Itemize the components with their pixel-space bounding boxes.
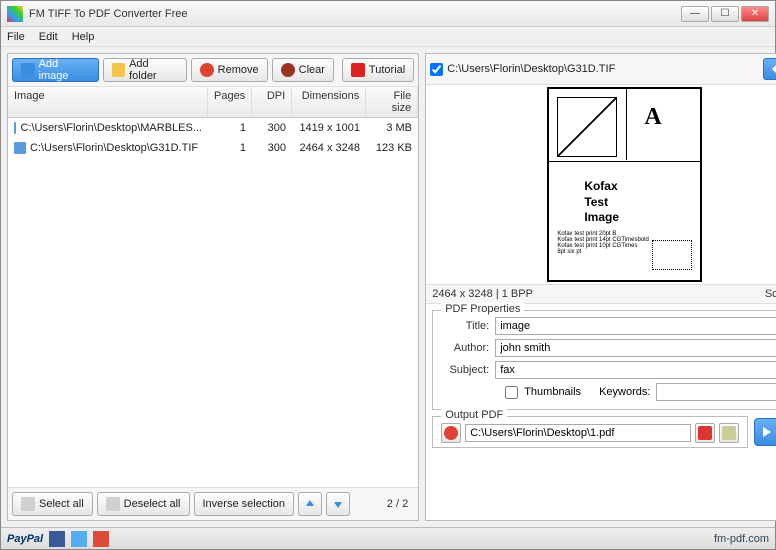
plus-icon <box>21 63 35 77</box>
facebook-icon[interactable] <box>49 531 65 547</box>
remove-icon <box>200 63 214 77</box>
website-link[interactable]: fm-pdf.com <box>714 533 769 545</box>
prev-image-button[interactable] <box>763 58 776 80</box>
inverse-selection-button[interactable]: Inverse selection <box>194 492 295 516</box>
file-counter: 2 / 2 <box>381 498 414 510</box>
left-pane: Add image Add folder Remove Clear Tutori… <box>7 53 419 521</box>
output-path-input[interactable] <box>465 424 691 442</box>
select-all-button[interactable]: Select all <box>12 492 93 516</box>
preview-thumbnail: A Kofax Test Image Kofax test print 20pt… <box>547 87 702 282</box>
keywords-label: Keywords: <box>599 386 650 398</box>
preview-checkbox[interactable] <box>430 63 443 76</box>
open-pdf-button[interactable] <box>695 423 715 443</box>
menu-edit[interactable]: Edit <box>39 31 58 43</box>
file-table: Image Pages DPI Dimensions File size C:\… <box>8 87 418 487</box>
preview-area: A Kofax Test Image Kofax test print 20pt… <box>426 85 776 285</box>
add-image-button[interactable]: Add image <box>12 58 99 82</box>
preview-header: C:\Users\Florin\Desktop\G31D.TIF <box>426 54 776 85</box>
preview-scale: Scale: 7 % <box>765 288 776 300</box>
minimize-button[interactable]: — <box>681 6 709 22</box>
move-down-button[interactable] <box>326 492 350 516</box>
col-dimensions[interactable]: Dimensions <box>292 87 366 117</box>
thumb-small-text: Kofax test print 20pt B Kofax test print… <box>557 231 649 255</box>
title-label: Title: <box>441 320 489 332</box>
thumb-text: Kofax Test Image <box>584 179 619 226</box>
twitter-icon[interactable] <box>71 531 87 547</box>
file-icon <box>14 142 26 154</box>
delete-icon <box>444 426 458 440</box>
col-pages[interactable]: Pages <box>208 87 252 117</box>
menu-help[interactable]: Help <box>72 31 95 43</box>
googleplus-icon[interactable] <box>93 531 109 547</box>
col-image[interactable]: Image <box>8 87 208 117</box>
tutorial-button[interactable]: Tutorial <box>342 58 414 82</box>
pdf-properties-panel: PDF Properties Title: Author: Subject: T… <box>432 310 776 410</box>
browse-icon <box>722 426 736 440</box>
folder-icon <box>112 63 126 77</box>
browse-output-button[interactable] <box>719 423 739 443</box>
menu-file[interactable]: File <box>7 31 25 43</box>
thumbnails-checkbox[interactable] <box>505 386 518 399</box>
titlebar: FM TIFF To PDF Converter Free — ☐ ✕ <box>1 1 775 27</box>
keywords-input[interactable] <box>656 383 776 401</box>
tutorial-icon <box>351 63 365 77</box>
play-icon <box>763 427 771 437</box>
col-filesize[interactable]: File size <box>366 87 418 117</box>
pdf-legend: PDF Properties <box>441 303 524 315</box>
start-button[interactable]: Start <box>754 418 776 446</box>
bottom-toolbar: Select all Deselect all Inverse selectio… <box>8 487 418 520</box>
close-button[interactable]: ✕ <box>741 6 769 22</box>
remove-button[interactable]: Remove <box>191 58 268 82</box>
footer: PayPal fm-pdf.com <box>1 527 775 549</box>
table-header: Image Pages DPI Dimensions File size <box>8 87 418 118</box>
table-row[interactable]: C:\Users\Florin\Desktop\G31D.TIF 1 300 2… <box>8 138 418 158</box>
preview-dimensions: 2464 x 3248 | 1 BPP <box>432 288 533 300</box>
right-pane: C:\Users\Florin\Desktop\G31D.TIF A Kofax… <box>425 53 776 521</box>
subject-label: Subject: <box>441 364 489 376</box>
clear-button[interactable]: Clear <box>272 58 334 82</box>
move-up-button[interactable] <box>298 492 322 516</box>
check-icon <box>21 497 35 511</box>
pdf-icon <box>698 426 712 440</box>
subject-input[interactable] <box>495 361 776 379</box>
author-label: Author: <box>441 342 489 354</box>
deselect-all-button[interactable]: Deselect all <box>97 492 190 516</box>
file-icon <box>14 122 16 134</box>
preview-path: C:\Users\Florin\Desktop\G31D.TIF <box>447 63 759 75</box>
clear-icon <box>281 63 295 77</box>
add-folder-button[interactable]: Add folder <box>103 58 187 82</box>
output-pdf-panel: Output PDF <box>432 416 748 448</box>
preview-status: 2464 x 3248 | 1 BPP Scale: 7 % <box>426 285 776 304</box>
main-toolbar: Add image Add folder Remove Clear Tutori… <box>8 54 418 87</box>
menubar: File Edit Help <box>1 27 775 47</box>
thumbnails-label: Thumbnails <box>524 386 581 398</box>
app-icon <box>7 6 23 22</box>
maximize-button[interactable]: ☐ <box>711 6 739 22</box>
title-input[interactable] <box>495 317 776 335</box>
author-input[interactable] <box>495 339 776 357</box>
output-legend: Output PDF <box>441 409 507 421</box>
window-title: FM TIFF To PDF Converter Free <box>29 8 681 20</box>
col-dpi[interactable]: DPI <box>252 87 292 117</box>
paypal-link[interactable]: PayPal <box>7 533 43 545</box>
table-row[interactable]: C:\Users\Florin\Desktop\MARBLES... 1 300… <box>8 118 418 138</box>
uncheck-icon <box>106 497 120 511</box>
delete-output-button[interactable] <box>441 423 461 443</box>
